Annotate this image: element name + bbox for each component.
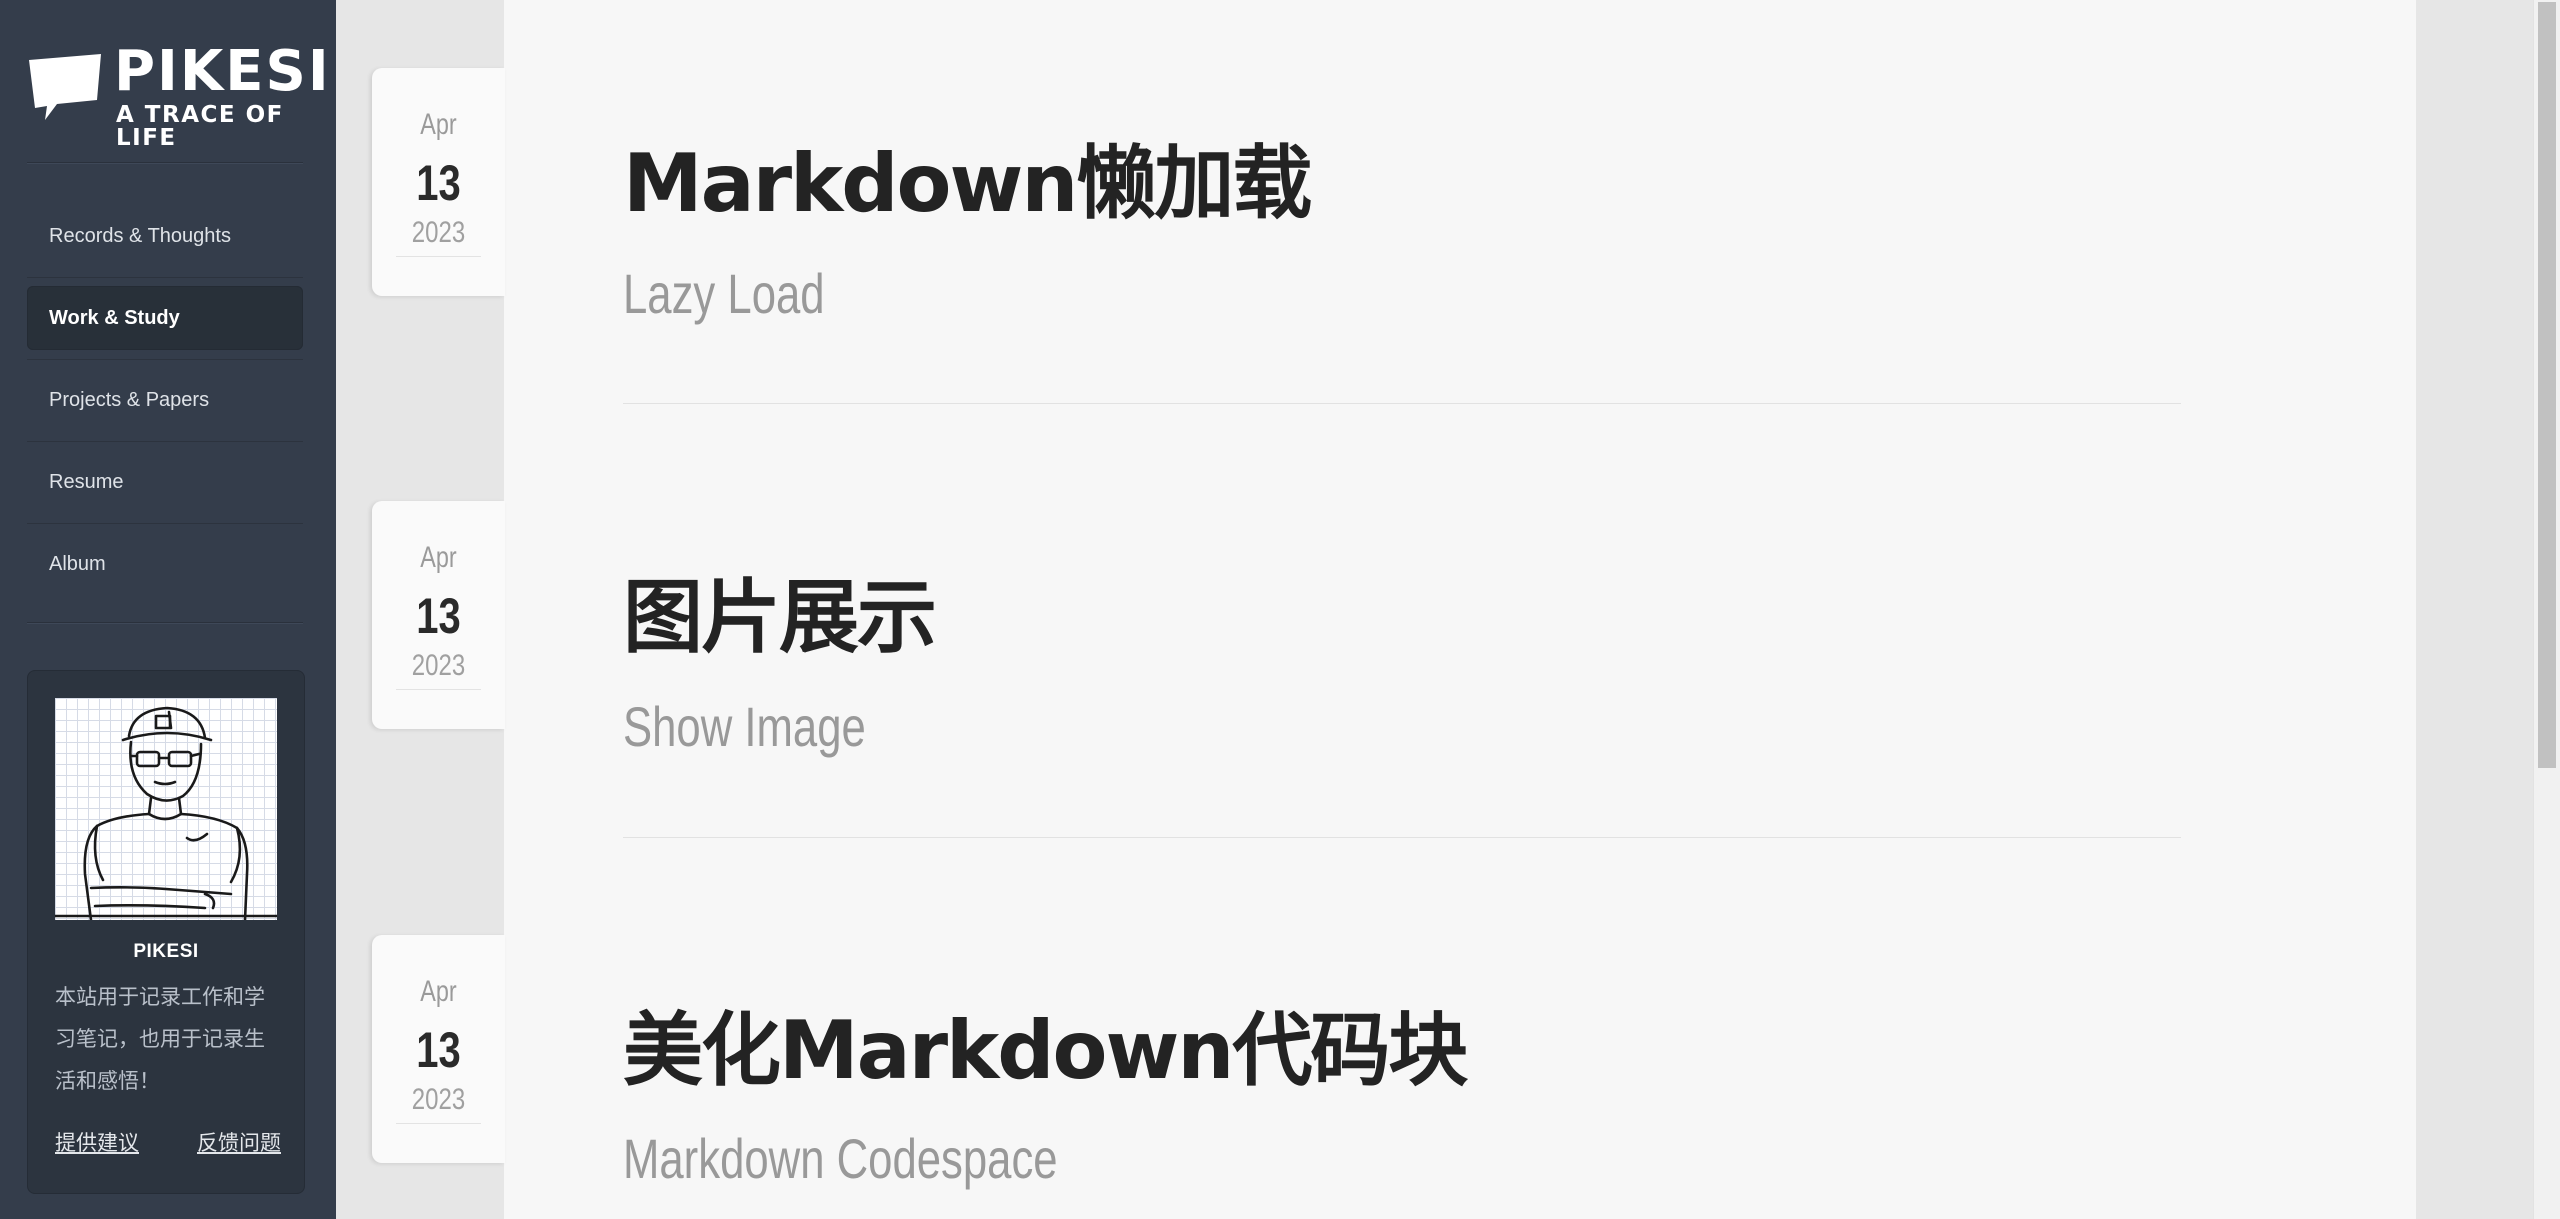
speech-bubble-icon (29, 54, 101, 120)
post-date-day: 13 (416, 588, 461, 644)
post-title[interactable]: Markdown懒加载 (623, 144, 1312, 224)
post-divider (623, 837, 2181, 838)
nav-item-label: Projects & Papers (49, 388, 210, 411)
profile-links: 提供建议 反馈问题 (55, 1127, 281, 1157)
main-nav: Records & Thoughts Work & Study Projects… (27, 204, 303, 614)
site-logo[interactable]: PIKESI A TRACE OF LIFE (27, 44, 329, 150)
feedback-link[interactable]: 反馈问题 (197, 1127, 281, 1157)
nav-item-label: Resume (49, 470, 124, 493)
post-subtitle: Show Image (623, 695, 866, 758)
date-divider (396, 1123, 481, 1124)
post-date: Apr 13 2023 (372, 935, 505, 1163)
post-divider (623, 403, 2181, 404)
nav-item-projects-papers[interactable]: Projects & Papers (27, 368, 303, 442)
nav-item-work-study[interactable]: Work & Study (27, 286, 303, 360)
scrollbar-thumb[interactable] (2538, 2, 2556, 768)
post-date: Apr 13 2023 (372, 501, 505, 729)
profile-name: PIKESI (133, 941, 199, 962)
sidebar-divider (27, 622, 303, 624)
nav-item-label: Work & Study (49, 306, 180, 329)
post-date: Apr 13 2023 (372, 68, 505, 296)
nav-item-records-thoughts[interactable]: Records & Thoughts (27, 204, 303, 278)
post-subtitle: Markdown Codespace (623, 1127, 1058, 1190)
site-name: PIKESI (114, 39, 331, 104)
post-date-year: 2023 (411, 216, 466, 249)
post-date-day: 13 (416, 1022, 461, 1078)
post-subtitle: Lazy Load (623, 262, 825, 325)
date-divider (396, 256, 481, 257)
post-date-month: Apr (420, 541, 457, 574)
nav-item-resume[interactable]: Resume (27, 450, 303, 524)
nav-item-album[interactable]: Album (27, 532, 303, 596)
nav-item-label: Records & Thoughts (49, 224, 231, 247)
vertical-scrollbar[interactable] (2533, 0, 2560, 1219)
avatar-sketch-image (55, 706, 277, 920)
profile-description: 本站用于记录工作和学习笔记，也用于记录生活和感悟！ (55, 985, 265, 1093)
post-title[interactable]: 美化Markdown代码块 (623, 1011, 1468, 1091)
nav-item-label: Album (49, 552, 106, 575)
date-divider (396, 689, 481, 690)
sidebar-divider (27, 162, 303, 164)
post-date-day: 13 (416, 155, 461, 211)
post-title[interactable]: 图片展示 (623, 578, 937, 658)
site-tagline: A TRACE OF LIFE (116, 102, 284, 151)
avatar (55, 698, 277, 920)
post-date-month: Apr (420, 108, 457, 141)
post-date-month: Apr (420, 975, 457, 1008)
profile-card: PIKESI 本站用于记录工作和学习笔记，也用于记录生活和感悟！ 提供建议 反馈… (27, 670, 305, 1194)
post-date-year: 2023 (411, 649, 466, 682)
post-date-year: 2023 (411, 1083, 466, 1116)
sidebar: PIKESI A TRACE OF LIFE Records & Thought… (0, 0, 336, 1219)
suggest-link[interactable]: 提供建议 (55, 1127, 139, 1157)
